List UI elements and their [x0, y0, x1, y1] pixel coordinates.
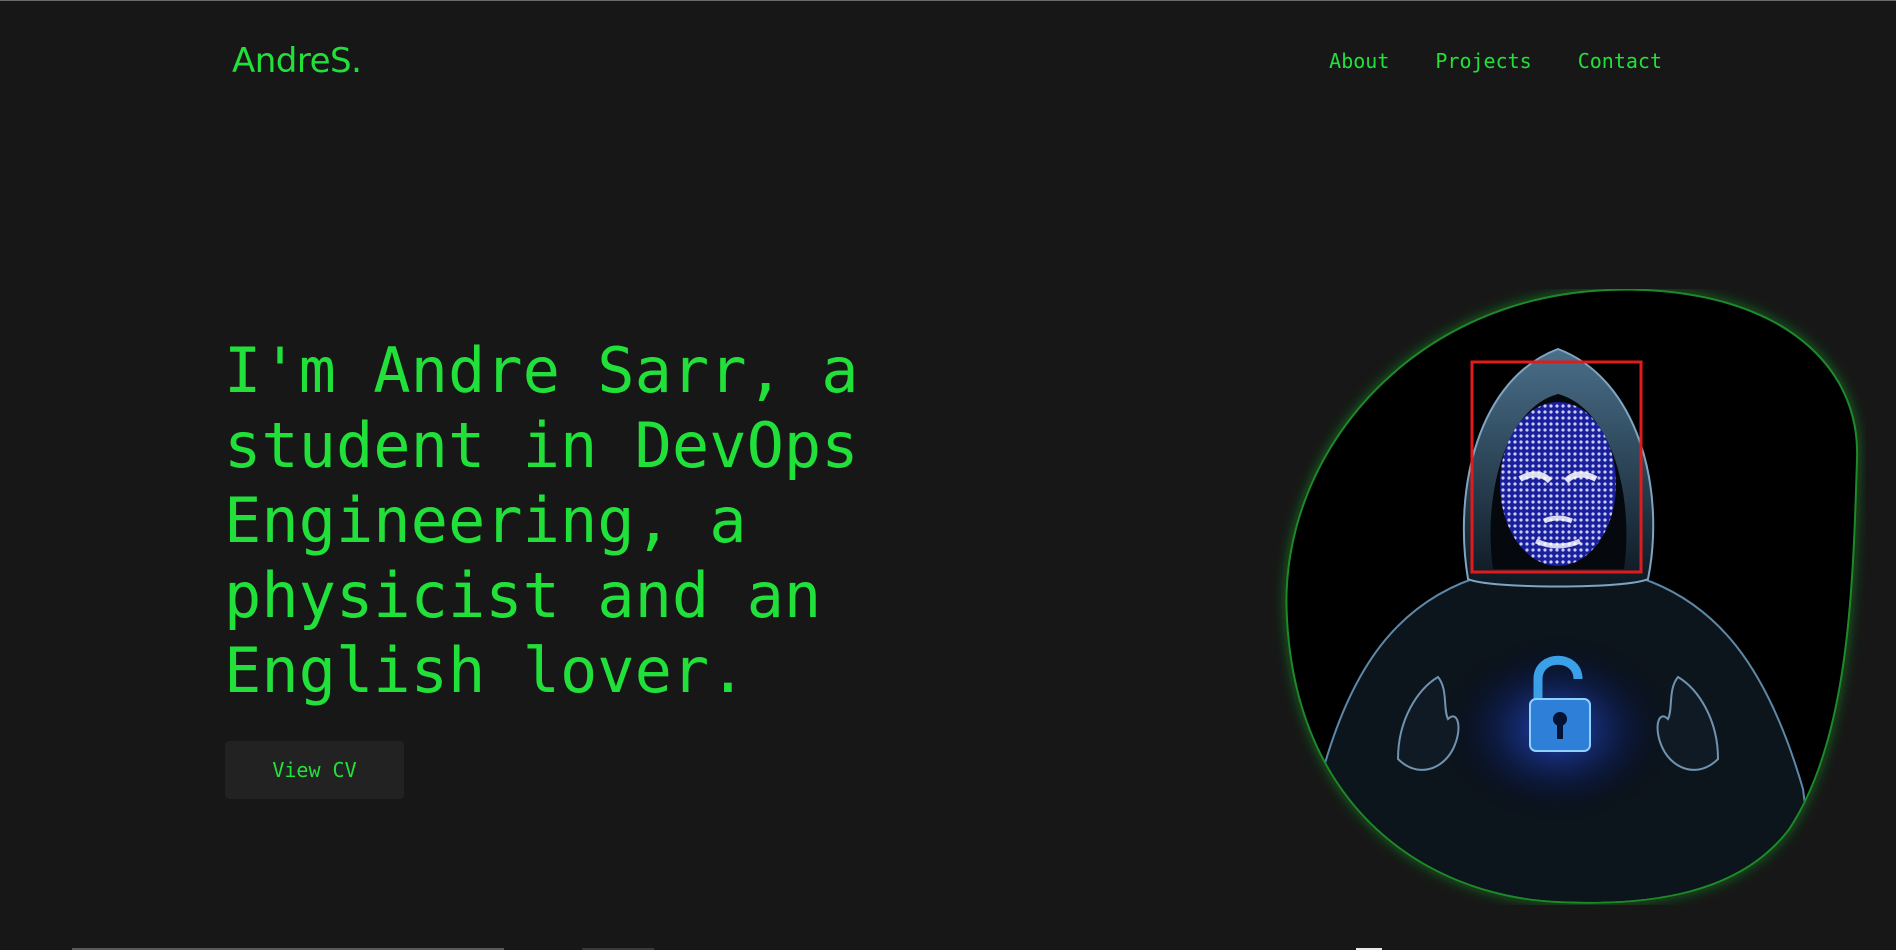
- site-logo[interactable]: AndreS.: [232, 41, 362, 81]
- hero-headline: I'm Andre Sarr, a student in DevOps Engi…: [224, 334, 859, 707]
- hacker-illustration: [1285, 289, 1859, 904]
- nav-about-link[interactable]: About: [1329, 49, 1389, 73]
- view-cv-button[interactable]: View CV: [225, 741, 404, 799]
- face-mesh-icon: [1500, 402, 1616, 566]
- main-nav: About Projects Contact: [1329, 49, 1662, 73]
- nav-projects-link[interactable]: Projects: [1435, 49, 1531, 73]
- nav-contact-link[interactable]: Contact: [1578, 49, 1662, 73]
